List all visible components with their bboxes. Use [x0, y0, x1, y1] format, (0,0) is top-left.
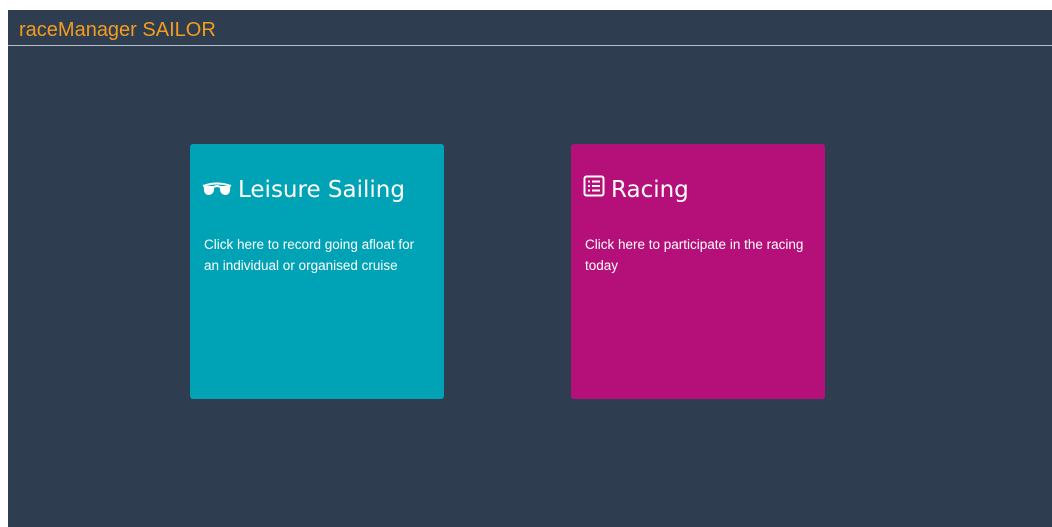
list-alt-icon [583, 174, 605, 206]
racing-title: Racing [611, 177, 689, 203]
leisure-sailing-tile[interactable]: Leisure Sailing Click here to record goi… [190, 144, 444, 399]
navbar: raceManager SAILOR [8, 10, 1052, 46]
leisure-sailing-heading: Leisure Sailing [202, 174, 405, 206]
leisure-sailing-title: Leisure Sailing [238, 177, 405, 203]
app-frame: raceManager SAILOR Leisure Sailing Click… [8, 10, 1052, 527]
racing-heading: Racing [583, 174, 689, 206]
racing-tile[interactable]: Racing Click here to participate in the … [571, 144, 825, 399]
racing-description: Click here to participate in the racing … [585, 237, 804, 273]
sunglasses-icon [202, 174, 232, 206]
brand-link[interactable]: raceManager SAILOR [19, 18, 216, 42]
leisure-sailing-description: Click here to record going afloat for an… [204, 237, 415, 273]
